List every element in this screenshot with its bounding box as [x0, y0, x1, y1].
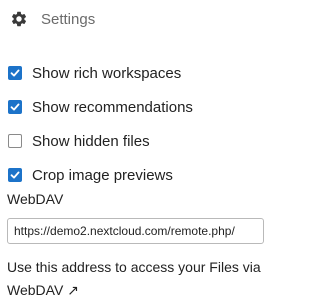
- checkbox-show-recommendations[interactable]: [8, 100, 22, 114]
- webdav-url-input[interactable]: [7, 218, 264, 244]
- option-label: Show rich workspaces: [32, 64, 182, 82]
- checkmark-icon: [10, 69, 20, 77]
- checkmark-icon: [10, 171, 20, 179]
- checkbox-crop-image-previews[interactable]: [8, 168, 22, 182]
- option-show-rich-workspaces[interactable]: Show rich workspaces: [8, 56, 193, 90]
- gear-icon: [10, 10, 28, 28]
- checkbox-show-rich-workspaces[interactable]: [8, 66, 22, 80]
- webdav-hint-text: Use this address to access your Files vi…: [7, 259, 261, 275]
- settings-title: Settings: [41, 10, 96, 28]
- option-show-recommendations[interactable]: Show recommendations: [8, 90, 193, 124]
- webdav-heading: WebDAV: [7, 191, 64, 207]
- checkbox-show-hidden-files[interactable]: [8, 134, 22, 148]
- webdav-hint: Use this address to access your Files vi…: [7, 256, 272, 300]
- settings-options: Show rich workspaces Show recommendation…: [8, 56, 193, 192]
- webdav-link[interactable]: WebDAV ↗: [7, 282, 79, 298]
- settings-header: Settings: [10, 8, 95, 30]
- option-label: Crop image previews: [32, 166, 173, 184]
- checkmark-icon: [10, 103, 20, 111]
- option-label: Show recommendations: [32, 98, 193, 116]
- option-crop-image-previews[interactable]: Crop image previews: [8, 158, 193, 192]
- option-label: Show hidden files: [32, 132, 150, 150]
- option-show-hidden-files[interactable]: Show hidden files: [8, 124, 193, 158]
